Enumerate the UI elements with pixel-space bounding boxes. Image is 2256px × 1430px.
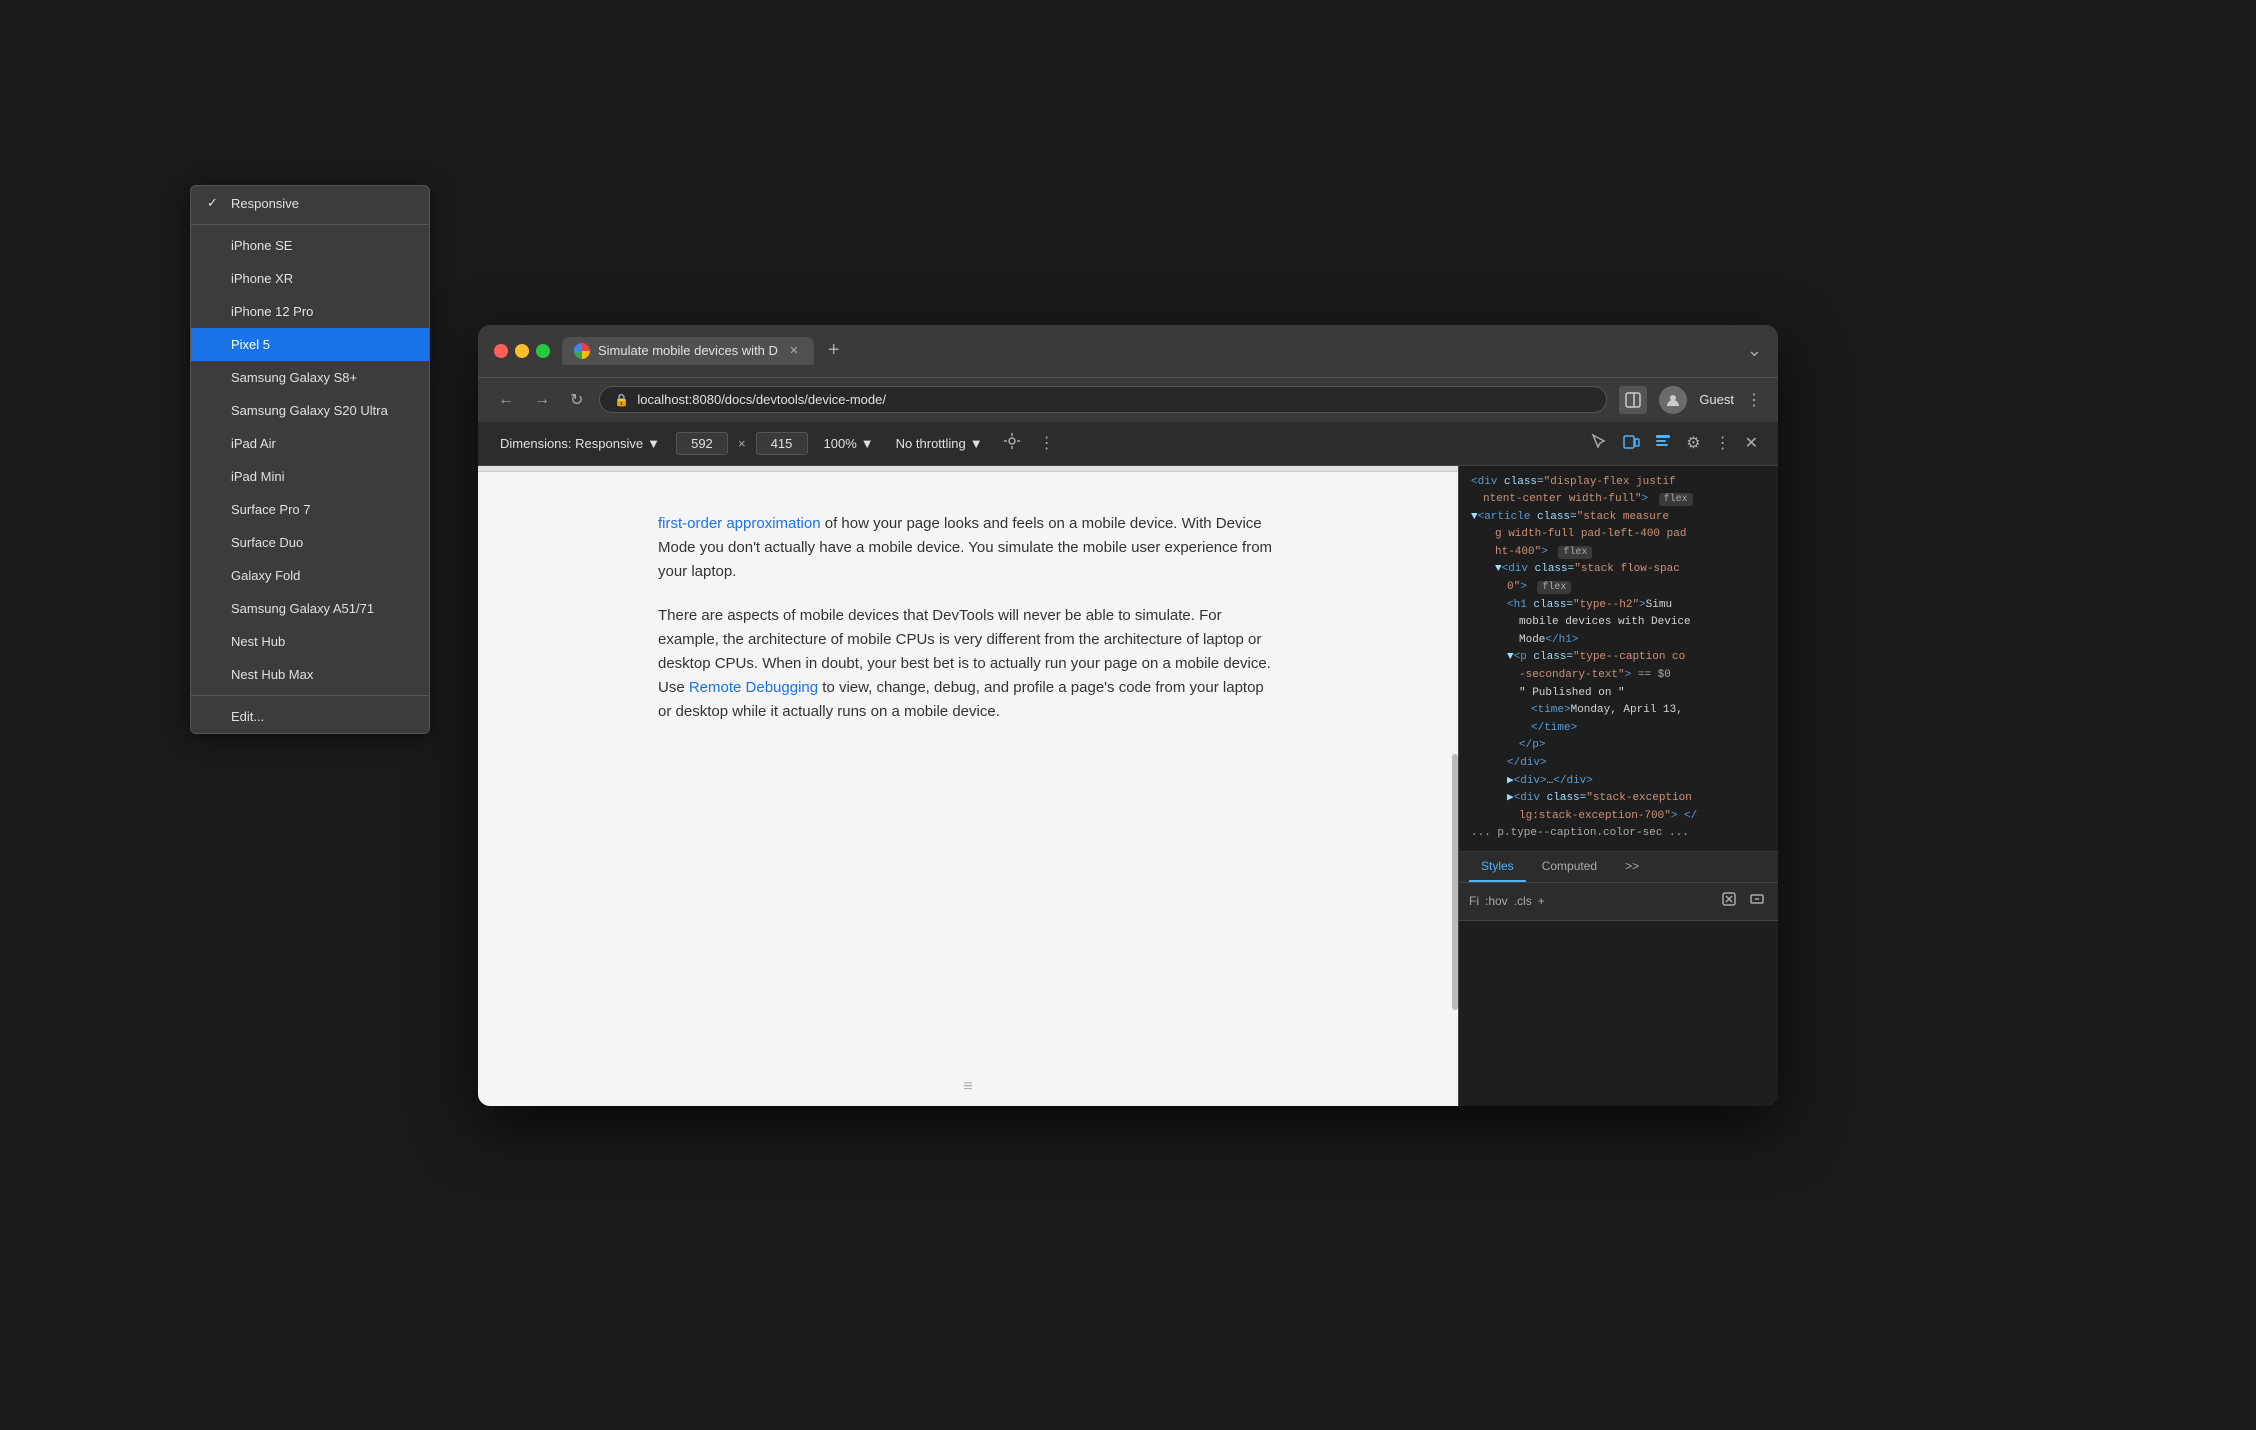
- secure-icon: 🔒: [614, 393, 629, 407]
- devtools-tabs: Styles Computed >>: [1459, 852, 1778, 883]
- code-line-20: lg:stack-exception-700"> </: [1519, 808, 1766, 826]
- title-bar: Simulate mobile devices with D ✕ + ⌄: [478, 325, 1778, 377]
- zoom-label: 100%: [824, 436, 857, 451]
- code-line-3: ▼<article class="stack measure: [1471, 509, 1766, 527]
- devtools-filter-row: Fi :hov .cls +: [1459, 883, 1778, 921]
- address-bar: ← → ↻ 🔒 localhost:8080/docs/devtools/dev…: [478, 377, 1778, 422]
- throttle-button[interactable]: No throttling ▼: [890, 432, 989, 455]
- forward-button[interactable]: →: [530, 389, 554, 411]
- code-line-12: -secondary-text"> == $0: [1519, 667, 1766, 685]
- devtools-toolbar: Dimensions: Responsive ▼ × 100% ▼ No thr…: [478, 422, 1778, 466]
- device-mode-icon[interactable]: [1618, 428, 1644, 459]
- devtools-more-icon[interactable]: ⋮: [1711, 429, 1735, 457]
- code-line-4: g width-full pad-left-400 pad: [1495, 526, 1766, 544]
- traffic-lights: [494, 344, 550, 358]
- zoom-button[interactable]: 100% ▼: [818, 432, 880, 455]
- tab-more[interactable]: >>: [1613, 852, 1651, 882]
- avatar: [1659, 386, 1687, 414]
- code-line-18: ▶<div>…</div>: [1507, 773, 1766, 791]
- page-content: first-order approximation of how your pa…: [628, 472, 1308, 784]
- throttle-arrow: ▼: [970, 436, 983, 451]
- code-line-19: ▶<div class="stack-exception: [1507, 790, 1766, 808]
- url-bar[interactable]: 🔒 localhost:8080/docs/devtools/device-mo…: [599, 386, 1607, 413]
- dimension-cross: ×: [738, 436, 746, 451]
- resize-handle[interactable]: ≡: [963, 1078, 972, 1096]
- code-line-17: </div>: [1507, 755, 1766, 773]
- close-button[interactable]: [494, 344, 508, 358]
- more-options-icon[interactable]: ⋮: [1035, 429, 1059, 457]
- url-text: localhost:8080/docs/devtools/device-mode…: [637, 392, 886, 407]
- width-input[interactable]: [676, 432, 728, 455]
- code-line-2: ntent-center width-full"> flex: [1483, 491, 1766, 509]
- height-input[interactable]: [756, 432, 808, 455]
- devtools-close-icon[interactable]: ✕: [1741, 429, 1762, 457]
- code-line-11: ▼<p class="type--caption co: [1507, 649, 1766, 667]
- remote-debugging-link[interactable]: Remote Debugging: [689, 679, 818, 696]
- code-line-15: </time>: [1531, 720, 1766, 738]
- maximize-button[interactable]: [536, 344, 550, 358]
- dimensions-dropdown-button[interactable]: Dimensions: Responsive ▼: [494, 432, 666, 455]
- code-line-14: <time>Monday, April 13,: [1531, 702, 1766, 720]
- throttle-label: No throttling: [896, 436, 966, 451]
- tab-title: Simulate mobile devices with D: [598, 343, 778, 358]
- code-line-1: <div class="display-flex justif: [1471, 474, 1766, 492]
- filter-add-icon[interactable]: +: [1538, 894, 1545, 908]
- address-bar-right: Guest ⋮: [1619, 386, 1762, 414]
- code-line-10: Mode</h1>: [1519, 632, 1766, 650]
- code-line-21: ... p.type--caption.color-sec ...: [1471, 825, 1766, 843]
- new-tab-button[interactable]: +: [822, 339, 846, 362]
- tab-styles[interactable]: Styles: [1469, 852, 1526, 882]
- paragraph-1: first-order approximation of how your pa…: [658, 512, 1278, 584]
- dimensions-label: Dimensions: Responsive: [500, 436, 643, 451]
- settings-icon[interactable]: ⚙: [1682, 429, 1704, 457]
- code-line-8: <h1 class="type--h2">Simu: [1507, 597, 1766, 615]
- active-tab[interactable]: Simulate mobile devices with D ✕: [562, 337, 814, 365]
- reload-button[interactable]: ↻: [566, 388, 587, 412]
- filter-hov-label[interactable]: :hov: [1485, 894, 1508, 908]
- window-chevron[interactable]: ⌄: [1747, 340, 1762, 361]
- code-line-5: ht-400"> flex: [1495, 544, 1766, 562]
- code-line-6: ▼<div class="stack flow-spac: [1495, 561, 1766, 579]
- zoom-arrow: ▼: [861, 436, 874, 451]
- tab-computed[interactable]: Computed: [1530, 852, 1609, 882]
- code-line-9: mobile devices with Device: [1519, 614, 1766, 632]
- filter-icon-box[interactable]: [1718, 888, 1740, 915]
- tab-close-button[interactable]: ✕: [786, 343, 802, 359]
- viewport: first-order approximation of how your pa…: [478, 466, 1458, 1106]
- elements-panel-icon[interactable]: [1650, 428, 1676, 459]
- chrome-favicon: [574, 343, 590, 359]
- paragraph-2: There are aspects of mobile devices that…: [658, 604, 1278, 724]
- minimize-button[interactable]: [515, 344, 529, 358]
- inspect-element-icon[interactable]: [1586, 428, 1612, 459]
- first-order-link[interactable]: first-order approximation: [658, 515, 821, 532]
- devtools-code-view: <div class="display-flex justif ntent-ce…: [1459, 466, 1778, 852]
- browser-menu[interactable]: ⋮: [1746, 390, 1762, 410]
- devtools-panel: <div class="display-flex justif ntent-ce…: [1458, 466, 1778, 1106]
- toggle-devtools-button[interactable]: [1619, 386, 1647, 414]
- scroll-handle[interactable]: [1452, 754, 1458, 1010]
- back-button[interactable]: ←: [494, 389, 518, 411]
- filter-fi-label: Fi: [1469, 894, 1479, 908]
- dimensions-arrow: ▼: [647, 436, 660, 451]
- content-area: first-order approximation of how your pa…: [478, 466, 1778, 1106]
- code-line-13: " Published on ": [1519, 685, 1766, 703]
- tab-bar: Simulate mobile devices with D ✕ +: [562, 337, 1735, 365]
- guest-label: Guest: [1699, 392, 1734, 407]
- new-style-rule-icon[interactable]: [1746, 888, 1768, 915]
- sensors-icon[interactable]: [999, 428, 1025, 459]
- code-line-7: 0"> flex: [1507, 579, 1766, 597]
- browser-window: Simulate mobile devices with D ✕ + ⌄ ← →…: [478, 325, 1778, 1106]
- filter-cls-label[interactable]: .cls: [1514, 894, 1532, 908]
- code-line-16: </p>: [1519, 737, 1766, 755]
